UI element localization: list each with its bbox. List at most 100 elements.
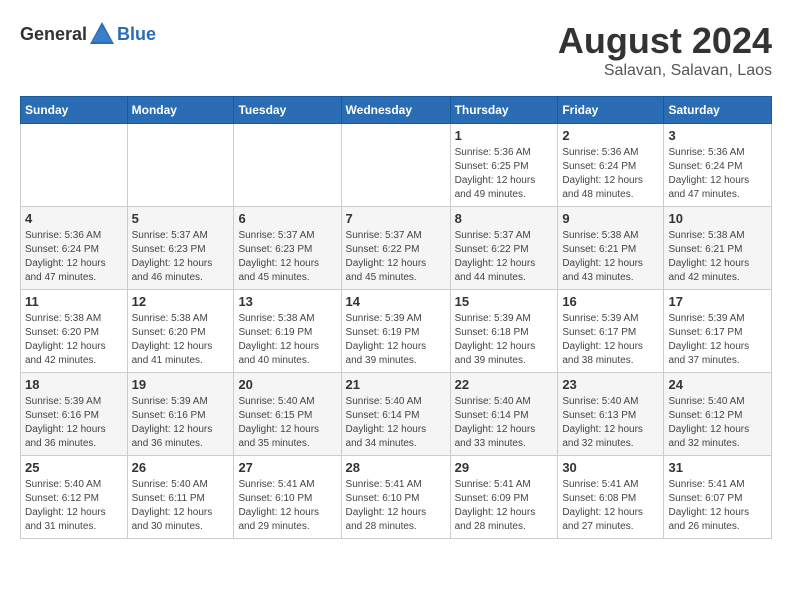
logo: General Blue [20,20,156,48]
calendar-cell [341,124,450,207]
day-number: 30 [562,460,659,475]
day-info: Sunrise: 5:40 AM Sunset: 6:14 PM Dayligh… [455,395,554,451]
weekday-header-tuesday: Tuesday [234,97,341,124]
logo-blue-text: Blue [117,24,156,45]
month-year-title: August 2024 [558,20,772,62]
weekday-header-monday: Monday [127,97,234,124]
calendar-cell: 29 Sunrise: 5:41 AM Sunset: 6:09 PM Dayli… [450,456,558,539]
day-number: 18 [25,377,123,392]
day-number: 10 [668,211,767,226]
day-info: Sunrise: 5:40 AM Sunset: 6:12 PM Dayligh… [25,478,123,534]
calendar-cell: 1 Sunrise: 5:36 AM Sunset: 6:25 PM Daylig… [450,124,558,207]
day-info: Sunrise: 5:40 AM Sunset: 6:13 PM Dayligh… [562,395,659,451]
calendar-cell: 21 Sunrise: 5:40 AM Sunset: 6:14 PM Dayli… [341,373,450,456]
calendar-week-row: 1 Sunrise: 5:36 AM Sunset: 6:25 PM Daylig… [21,124,772,207]
day-number: 27 [238,460,336,475]
day-info: Sunrise: 5:39 AM Sunset: 6:16 PM Dayligh… [25,395,123,451]
day-info: Sunrise: 5:36 AM Sunset: 6:24 PM Dayligh… [25,229,123,285]
day-info: Sunrise: 5:39 AM Sunset: 6:16 PM Dayligh… [132,395,230,451]
day-info: Sunrise: 5:36 AM Sunset: 6:24 PM Dayligh… [668,146,767,202]
calendar-cell: 10 Sunrise: 5:38 AM Sunset: 6:21 PM Dayli… [664,207,772,290]
day-number: 22 [455,377,554,392]
logo-icon [88,20,116,48]
calendar-cell [234,124,341,207]
day-info: Sunrise: 5:39 AM Sunset: 6:17 PM Dayligh… [562,312,659,368]
calendar-cell: 9Sunrise: 5:38 AM Sunset: 6:21 PM Daylig… [558,207,664,290]
day-info: Sunrise: 5:41 AM Sunset: 6:08 PM Dayligh… [562,478,659,534]
day-info: Sunrise: 5:40 AM Sunset: 6:11 PM Dayligh… [132,478,230,534]
day-number: 15 [455,294,554,309]
logo-general-text: General [20,24,87,45]
calendar-week-row: 18 Sunrise: 5:39 AM Sunset: 6:16 PM Dayli… [21,373,772,456]
calendar-cell: 19 Sunrise: 5:39 AM Sunset: 6:16 PM Dayli… [127,373,234,456]
calendar-cell [21,124,128,207]
calendar-cell: 20Sunrise: 5:40 AM Sunset: 6:15 PM Dayli… [234,373,341,456]
day-info: Sunrise: 5:36 AM Sunset: 6:25 PM Dayligh… [455,146,554,202]
calendar-cell: 12Sunrise: 5:38 AM Sunset: 6:20 PM Dayli… [127,290,234,373]
day-info: Sunrise: 5:41 AM Sunset: 6:09 PM Dayligh… [455,478,554,534]
calendar-cell: 6 Sunrise: 5:37 AM Sunset: 6:23 PM Daylig… [234,207,341,290]
day-number: 8 [455,211,554,226]
calendar-cell: 25 Sunrise: 5:40 AM Sunset: 6:12 PM Dayli… [21,456,128,539]
day-number: 7 [346,211,446,226]
day-info: Sunrise: 5:38 AM Sunset: 6:21 PM Dayligh… [668,229,767,285]
calendar-cell: 28 Sunrise: 5:41 AM Sunset: 6:10 PM Dayli… [341,456,450,539]
day-info: Sunrise: 5:38 AM Sunset: 6:21 PM Dayligh… [562,229,659,285]
calendar-cell: 13Sunrise: 5:38 AM Sunset: 6:19 PM Dayli… [234,290,341,373]
day-info: Sunrise: 5:38 AM Sunset: 6:20 PM Dayligh… [25,312,123,368]
day-number: 26 [132,460,230,475]
calendar-cell: 27 Sunrise: 5:41 AM Sunset: 6:10 PM Dayli… [234,456,341,539]
day-number: 29 [455,460,554,475]
day-info: Sunrise: 5:37 AM Sunset: 6:23 PM Dayligh… [238,229,336,285]
calendar-cell: 8 Sunrise: 5:37 AM Sunset: 6:22 PM Daylig… [450,207,558,290]
calendar-cell: 22 Sunrise: 5:40 AM Sunset: 6:14 PM Dayli… [450,373,558,456]
day-number: 3 [668,128,767,143]
day-number: 24 [668,377,767,392]
calendar-week-row: 25 Sunrise: 5:40 AM Sunset: 6:12 PM Dayli… [21,456,772,539]
day-number: 31 [668,460,767,475]
title-block: August 2024 Salavan, Salavan, Laos [558,20,772,80]
day-number: 11 [25,294,123,309]
day-number: 28 [346,460,446,475]
day-number: 5 [132,211,230,226]
day-info: Sunrise: 5:40 AM Sunset: 6:14 PM Dayligh… [346,395,446,451]
calendar-cell: 26 Sunrise: 5:40 AM Sunset: 6:11 PM Dayli… [127,456,234,539]
day-number: 6 [238,211,336,226]
page-header: General Blue August 2024 Salavan, Salava… [20,20,772,80]
day-info: Sunrise: 5:40 AM Sunset: 6:12 PM Dayligh… [668,395,767,451]
weekday-header-friday: Friday [558,97,664,124]
day-number: 16 [562,294,659,309]
calendar-cell: 16 Sunrise: 5:39 AM Sunset: 6:17 PM Dayli… [558,290,664,373]
day-number: 25 [25,460,123,475]
weekday-header-thursday: Thursday [450,97,558,124]
calendar-cell: 4 Sunrise: 5:36 AM Sunset: 6:24 PM Daylig… [21,207,128,290]
day-number: 14 [346,294,446,309]
day-info: Sunrise: 5:39 AM Sunset: 6:18 PM Dayligh… [455,312,554,368]
day-info: Sunrise: 5:41 AM Sunset: 6:07 PM Dayligh… [668,478,767,534]
calendar-cell: 23 Sunrise: 5:40 AM Sunset: 6:13 PM Dayli… [558,373,664,456]
day-info: Sunrise: 5:41 AM Sunset: 6:10 PM Dayligh… [346,478,446,534]
day-info: Sunrise: 5:36 AM Sunset: 6:24 PM Dayligh… [562,146,659,202]
calendar-cell: 15 Sunrise: 5:39 AM Sunset: 6:18 PM Dayli… [450,290,558,373]
calendar-week-row: 11 Sunrise: 5:38 AM Sunset: 6:20 PM Dayli… [21,290,772,373]
calendar-cell: 2Sunrise: 5:36 AM Sunset: 6:24 PM Daylig… [558,124,664,207]
location-subtitle: Salavan, Salavan, Laos [558,62,772,80]
calendar-cell: 17 Sunrise: 5:39 AM Sunset: 6:17 PM Dayli… [664,290,772,373]
weekday-header-saturday: Saturday [664,97,772,124]
day-info: Sunrise: 5:39 AM Sunset: 6:19 PM Dayligh… [346,312,446,368]
calendar-cell: 11 Sunrise: 5:38 AM Sunset: 6:20 PM Dayli… [21,290,128,373]
day-number: 4 [25,211,123,226]
day-number: 1 [455,128,554,143]
day-number: 17 [668,294,767,309]
day-info: Sunrise: 5:37 AM Sunset: 6:22 PM Dayligh… [455,229,554,285]
calendar-cell: 3 Sunrise: 5:36 AM Sunset: 6:24 PM Daylig… [664,124,772,207]
day-info: Sunrise: 5:38 AM Sunset: 6:19 PM Dayligh… [238,312,336,368]
day-number: 12 [132,294,230,309]
day-number: 19 [132,377,230,392]
day-info: Sunrise: 5:39 AM Sunset: 6:17 PM Dayligh… [668,312,767,368]
day-info: Sunrise: 5:37 AM Sunset: 6:23 PM Dayligh… [132,229,230,285]
day-number: 21 [346,377,446,392]
calendar-cell [127,124,234,207]
day-number: 23 [562,377,659,392]
day-info: Sunrise: 5:41 AM Sunset: 6:10 PM Dayligh… [238,478,336,534]
